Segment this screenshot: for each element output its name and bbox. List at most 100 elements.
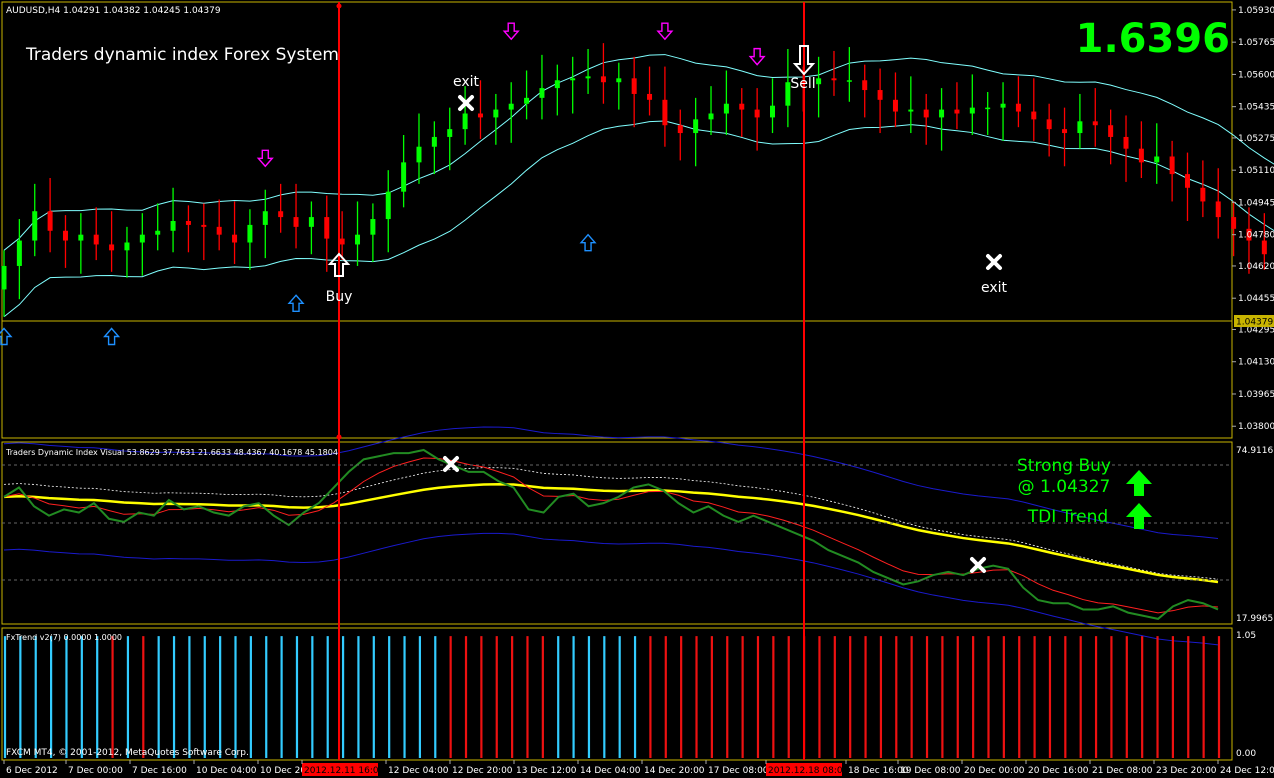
- bear-candle: [278, 211, 284, 218]
- bull-candle: [170, 221, 176, 231]
- bear-candle: [600, 76, 606, 83]
- price-tick-label: 1.03965: [1238, 390, 1274, 400]
- bull-candle: [370, 219, 376, 235]
- bear-candle: [477, 113, 483, 118]
- bear-candle: [109, 244, 115, 251]
- bear-candle: [631, 78, 637, 94]
- bull-candle: [447, 129, 453, 137]
- bear-candle: [62, 230, 68, 241]
- bear-candle: [1062, 129, 1068, 134]
- bull-candle: [262, 211, 268, 225]
- bull-candle: [416, 146, 422, 163]
- bear-candle: [954, 109, 960, 114]
- time-tick-label: 23 Dec 20:00: [1156, 766, 1217, 776]
- bear-candle: [1138, 148, 1144, 163]
- bull-candle: [708, 113, 714, 120]
- bull-candle: [431, 136, 437, 147]
- price-tick-label: 1.05435: [1238, 103, 1274, 113]
- bull-candle: [247, 224, 253, 243]
- time-tick-label: 10 Dec 04:00: [196, 766, 257, 776]
- bull-candle: [78, 234, 84, 241]
- fxtrend-header: FxTrend v2(7) 0.0000 1.0000: [6, 633, 122, 642]
- bull-candle: [1000, 103, 1006, 108]
- vline-handle-top[interactable]: [336, 3, 342, 9]
- price-tick-label: 1.04780: [1238, 231, 1274, 241]
- bear-candle: [877, 90, 883, 100]
- bull-candle: [1154, 156, 1160, 163]
- time-tick-label: 21 Dec 08:00: [1092, 766, 1153, 776]
- bull-candle: [124, 242, 130, 251]
- bull-candle: [308, 217, 314, 227]
- bull-candle: [908, 109, 914, 112]
- bear-candle: [1261, 240, 1267, 255]
- price-tick-label: 1.05930: [1238, 6, 1274, 16]
- bull-candle: [570, 78, 576, 81]
- bear-candle: [1184, 174, 1190, 188]
- vline-handle-bottom[interactable]: [336, 434, 342, 440]
- tdi-bottom-label: 17.9965: [1236, 614, 1273, 624]
- bear-candle: [754, 109, 760, 118]
- bull-candle: [355, 234, 361, 245]
- bear-candle: [1123, 136, 1129, 149]
- bull-candle: [846, 80, 852, 82]
- bear-candle: [831, 78, 837, 81]
- tdi-trend-label: TDI Trend: [1027, 507, 1108, 527]
- time-tick-label: 19 Dec 08:00: [900, 766, 961, 776]
- price-tick-label: 1.05600: [1238, 70, 1274, 80]
- bear-candle: [1215, 201, 1221, 218]
- time-tick-label: 12 Dec 04:00: [388, 766, 449, 776]
- tdi-top-label: 74.9116: [1236, 446, 1273, 456]
- bull-candle: [508, 103, 514, 110]
- bull-candle: [554, 80, 560, 89]
- bull-candle: [155, 230, 161, 235]
- bear-candle: [739, 103, 745, 110]
- bull-candle: [493, 109, 499, 118]
- time-tick-label: 24 Dec 12:00: [1220, 766, 1274, 776]
- bear-candle: [324, 217, 330, 239]
- time-tick-label: 14 Dec 20:00: [644, 766, 705, 776]
- time-tick-label: 12 Dec 20:00: [452, 766, 513, 776]
- sell-label: Sell: [790, 76, 815, 92]
- bear-candle: [1169, 156, 1175, 175]
- time-tick-label: 2012.12.11 16:00: [304, 766, 385, 776]
- bull-candle: [385, 191, 391, 220]
- bull-candle: [770, 105, 775, 118]
- bear-candle: [1015, 103, 1021, 112]
- bull-candle: [816, 78, 822, 85]
- bear-candle: [293, 217, 299, 227]
- bear-candle: [1108, 125, 1114, 137]
- buy-label: Buy: [326, 289, 353, 305]
- bear-candle: [647, 93, 653, 100]
- bull-candle: [939, 109, 945, 118]
- bear-candle: [1200, 187, 1206, 202]
- price-tick-label: 1.04130: [1238, 358, 1274, 368]
- bull-candle: [585, 76, 591, 79]
- price-tick-label: 1.05110: [1238, 166, 1274, 176]
- bear-candle: [201, 224, 207, 227]
- exit-label-2: exit: [981, 280, 1008, 296]
- bear-candle: [862, 80, 868, 91]
- price-tick-label: 1.04945: [1238, 198, 1274, 208]
- time-tick-label: 6 Dec 2012: [6, 766, 58, 776]
- price-tick-label: 1.03800: [1238, 422, 1274, 432]
- strong-buy-price: @ 1.04327: [1018, 477, 1111, 497]
- current-price-label: 1.04379: [1236, 318, 1273, 328]
- bull-candle: [1077, 121, 1083, 134]
- time-tick-label: 13 Dec 12:00: [516, 766, 577, 776]
- strong-buy-label: Strong Buy: [1017, 456, 1111, 476]
- bull-candle: [723, 103, 729, 114]
- exit-label-1: exit: [453, 74, 480, 90]
- time-tick-label: 14 Dec 04:00: [580, 766, 641, 776]
- bull-candle: [462, 113, 468, 130]
- trading-chart[interactable]: 1.059301.057651.056001.054351.052751.051…: [0, 0, 1274, 778]
- bear-candle: [1231, 217, 1237, 229]
- time-tick-label: 7 Dec 16:00: [132, 766, 187, 776]
- bear-candle: [185, 221, 191, 225]
- bear-candle: [232, 234, 238, 243]
- bull-candle: [616, 78, 622, 83]
- time-tick-label: 17 Dec 08:00: [708, 766, 769, 776]
- bear-candle: [662, 99, 668, 126]
- bear-candle: [1031, 111, 1037, 120]
- bear-candle: [923, 109, 929, 118]
- big-value-display: 1.6396: [1076, 16, 1230, 62]
